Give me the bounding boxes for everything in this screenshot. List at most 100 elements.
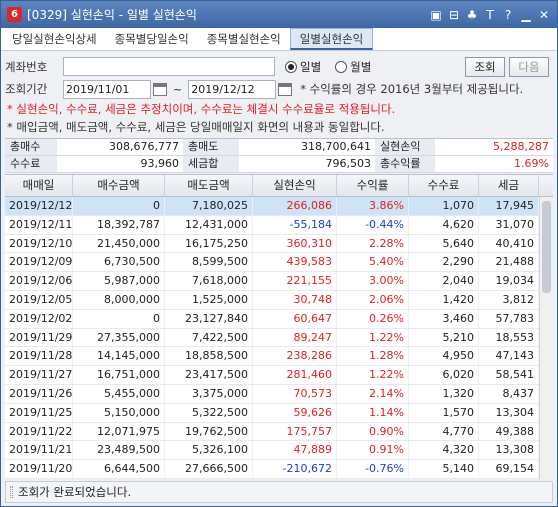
table-cell: 16,175,250	[165, 234, 253, 253]
help-icon[interactable]: ?	[499, 6, 517, 24]
table-cell: 1.28%	[337, 347, 409, 366]
table-cell: 12,431,000	[165, 215, 253, 234]
table-cell: 2019/12/05	[5, 290, 73, 309]
radio-daily-dot	[285, 60, 297, 73]
window-title: [0329] 실현손익 - 일별 실현손익	[27, 8, 197, 22]
table-row[interactable]: 2019/12/12 0 7,180,025 266,086 3.86% 1,070 17,…	[5, 197, 553, 216]
table-cell: 5,140	[409, 460, 479, 478]
table-row[interactable]: 2019/12/05 8,000,000 1,525,000 30,748 2.06% 1…	[5, 290, 553, 310]
title-bar: 6 [0329] 실현손익 - 일별 실현손익 ▣ ⊟ ♣ T? ▁ ✕	[1, 1, 557, 28]
account-input[interactable]	[63, 57, 275, 76]
radio-monthly-dot	[335, 60, 348, 73]
table-row[interactable]: 2019/11/29 27,355,000 7,422,500 89,247 1.22%…	[5, 328, 553, 348]
table-cell: 266,086	[253, 197, 337, 215]
calendar-icon[interactable]	[153, 82, 167, 96]
table-cell: 3.00%	[337, 272, 409, 290]
summary-pnl-value: 5,288,287	[435, 139, 553, 155]
table-cell: 59,626	[253, 403, 337, 422]
table-cell: 2019/11/25	[5, 403, 73, 422]
table-cell: 1,320	[409, 384, 479, 403]
table-row[interactable]: 2019/12/09 6,730,500 8,599,500 439,583 5.40%…	[5, 253, 553, 273]
club-icon[interactable]: ♣	[463, 6, 481, 24]
calendar-icon[interactable]	[278, 82, 293, 96]
tab-2[interactable]: 종목별실현손익	[198, 28, 290, 50]
scrollbar-thumb[interactable]	[542, 201, 551, 293]
table-cell: 4,620	[409, 215, 479, 234]
table-row[interactable]: 2019/11/20 6,644,500 27,666,500 -210,672 -0.…	[5, 460, 553, 479]
column-header[interactable]: 실현손익	[253, 175, 337, 196]
query-panel: 계좌번호 일별 월별 조회 다음 조회기간 2019/11/01 ~ 2019/…	[5, 55, 553, 136]
text-icon[interactable]: T	[481, 6, 499, 24]
table-row[interactable]: 2019/12/02 0 23,127,840 60,647 0.26% 3,460 57,…	[5, 309, 553, 329]
table-cell: 0.91%	[337, 441, 409, 460]
tab-0[interactable]: 당일실현손익상세	[3, 28, 106, 50]
column-header[interactable]: 매도금액	[165, 175, 253, 196]
status-text: 조회가 완료되었습니다.	[18, 485, 132, 499]
radio-monthly[interactable]: 월별	[335, 59, 371, 75]
tab-bar: 당일실현손익상세 종목별당일손익 종목별실현손익 일별실현손익	[1, 28, 557, 51]
table-cell: 175,757	[253, 422, 337, 441]
table-cell: 4,950	[409, 347, 479, 366]
summary-sell-label: 총매도	[183, 139, 239, 155]
table-cell: 3,460	[409, 309, 479, 328]
tab-1[interactable]: 종목별당일손익	[106, 28, 198, 50]
table-cell: 2019/11/26	[5, 384, 73, 403]
date-to-input[interactable]: 2019/12/12	[188, 79, 277, 99]
table-cell: 12,071,975	[73, 422, 165, 441]
table-cell: 8,000,000	[73, 290, 165, 309]
minimize-icon[interactable]: ▁	[517, 6, 535, 24]
table-cell: 3,812	[479, 290, 539, 309]
table-cell: 58,541	[479, 366, 539, 384]
table-row[interactable]: 2019/12/06 5,987,000 7,618,000 221,155 3.00%…	[5, 272, 553, 291]
table-cell: 27,355,000	[73, 328, 165, 347]
table-cell: 17,945	[479, 197, 539, 215]
table-row[interactable]: 2019/11/26 5,455,000 3,375,000 70,573 2.14% 1…	[5, 384, 553, 404]
table-cell: 13,308	[479, 441, 539, 460]
vertical-scrollbar[interactable]	[539, 197, 553, 479]
table-cell: 7,422,500	[165, 328, 253, 347]
minimize-panel-icon[interactable]: ⊟	[445, 6, 463, 24]
radio-daily[interactable]: 일별	[285, 59, 321, 75]
column-header[interactable]: 매매일	[5, 175, 73, 196]
query-button[interactable]: 조회	[465, 56, 505, 77]
restore-icon[interactable]: ▣	[427, 6, 445, 24]
table-row[interactable]: 2019/11/22 12,071,975 19,762,500 175,757 0.9…	[5, 422, 553, 442]
date-from-input[interactable]: 2019/11/01	[63, 79, 151, 99]
table-row[interactable]: 2019/11/25 5,150,000 5,322,500 59,626 1.14% 1…	[5, 403, 553, 423]
table-cell: 2019/11/20	[5, 460, 73, 478]
table-cell: 3.86%	[337, 197, 409, 215]
column-header[interactable]: 세금	[479, 175, 539, 196]
table-cell: 23,417,500	[165, 366, 253, 384]
radio-monthly-label: 월별	[350, 59, 372, 74]
daily-pnl-grid: 매매일 매수금액 매도금액 실현손익 수익률 수수료 세금 2019/12/12 0 7,180…	[5, 174, 553, 479]
grip-icon	[10, 486, 13, 498]
table-row[interactable]: 2019/12/11 18,392,787 12,431,000 -55,184 -0.…	[5, 215, 553, 235]
table-cell: 7,180,025	[165, 197, 253, 215]
table-row[interactable]: 2019/11/27 16,751,000 23,417,500 281,460 1.2…	[5, 366, 553, 385]
table-cell: 19,762,500	[165, 422, 253, 441]
column-header[interactable]: 수수료	[409, 175, 479, 196]
table-cell: 0.90%	[337, 422, 409, 441]
table-cell: 2019/12/10	[5, 234, 73, 253]
table-cell: 5,987,000	[73, 272, 165, 290]
table-cell: 1.14%	[337, 403, 409, 422]
table-cell: -210,672	[253, 460, 337, 478]
table-cell: 69,154	[479, 460, 539, 478]
date-from-value: 2019/11/01	[66, 82, 130, 96]
table-row[interactable]: 2019/11/21 23,489,500 5,326,100 47,889 0.91%…	[5, 441, 553, 461]
table-cell: 49,388	[479, 422, 539, 441]
tab-3[interactable]: 일별실현손익	[289, 28, 374, 50]
range-label: 조회기간	[5, 82, 48, 96]
table-cell: 2019/12/02	[5, 309, 73, 328]
table-cell: 4,320	[409, 441, 479, 460]
next-button[interactable]: 다음	[509, 56, 549, 77]
column-header[interactable]: 수익률	[337, 175, 409, 196]
table-cell: 0	[73, 309, 165, 328]
table-cell: 57,783	[479, 309, 539, 328]
table-cell: 1,420	[409, 290, 479, 309]
table-cell: 2.28%	[337, 234, 409, 253]
table-row[interactable]: 2019/12/10 21,450,000 16,175,250 360,310 2.2…	[5, 234, 553, 254]
table-row[interactable]: 2019/11/28 14,145,000 18,858,500 238,286 1.2…	[5, 347, 553, 367]
close-icon[interactable]: ✕	[535, 6, 553, 24]
column-header[interactable]: 매수금액	[73, 175, 165, 196]
